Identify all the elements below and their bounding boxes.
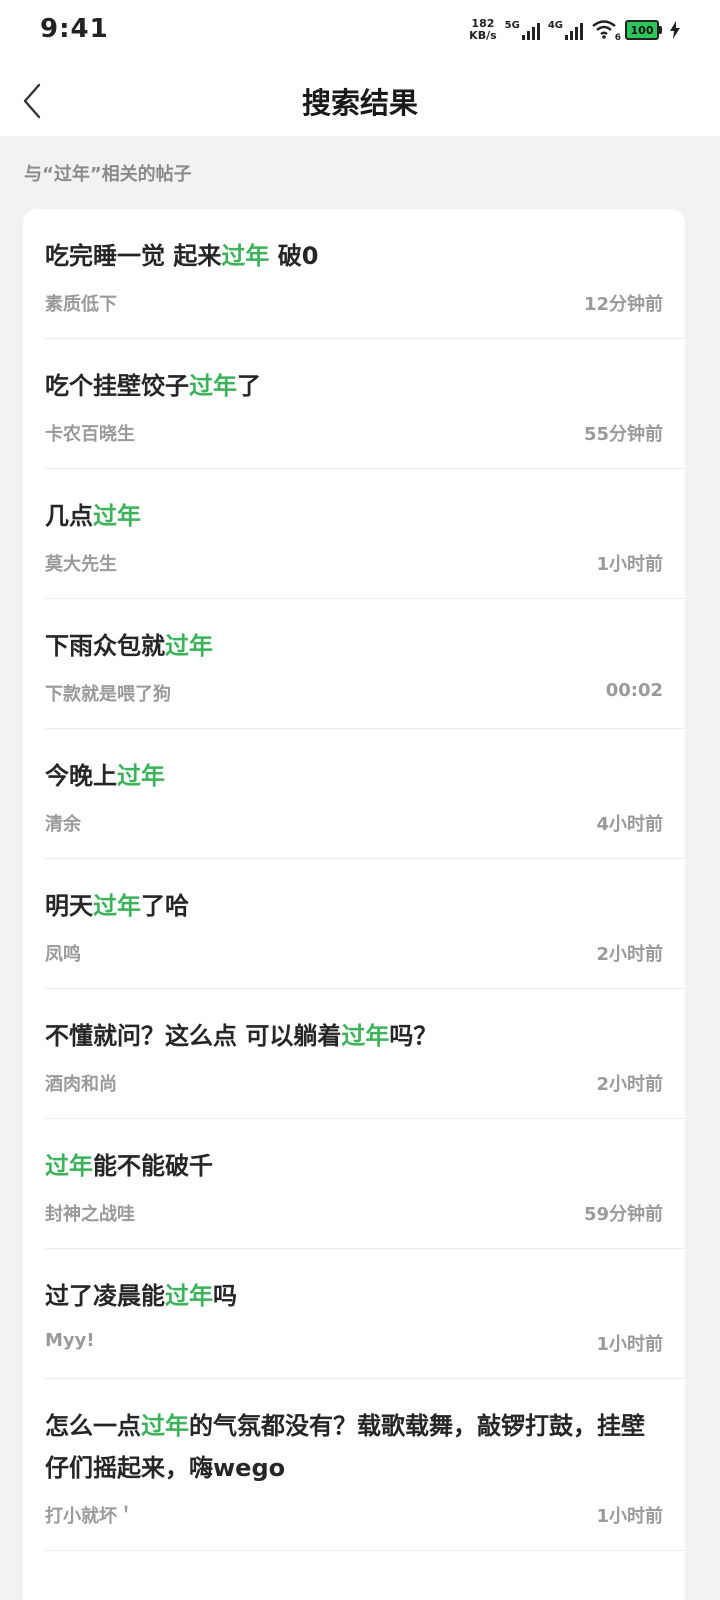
post-author: 酒肉和尚 bbox=[45, 1074, 117, 1095]
post-author: 清余 bbox=[45, 814, 81, 835]
post-meta: 莫大先生 1小时前 bbox=[45, 550, 663, 576]
network-speed: 182 KB/s bbox=[469, 18, 496, 42]
post-author: 凤鸣 bbox=[45, 944, 81, 965]
highlighted-keyword: 过年 bbox=[341, 1022, 390, 1050]
post-meta: Myy! 1小时前 bbox=[45, 1330, 663, 1356]
post-title-text: 了 bbox=[237, 372, 261, 400]
post-title: 明天过年了哈 bbox=[45, 885, 645, 927]
post-author: 打小就坏＇ bbox=[45, 1506, 135, 1527]
charging-icon bbox=[670, 21, 680, 39]
post-time: 1小时前 bbox=[596, 1334, 663, 1355]
highlighted-keyword: 过年 bbox=[93, 502, 141, 530]
post-title-text: 明天 bbox=[45, 892, 93, 920]
post-title: 吃完睡一觉 起来过年 破0 bbox=[45, 235, 645, 277]
post-author: Myy! bbox=[45, 1330, 95, 1351]
highlighted-keyword: 过年 bbox=[165, 632, 213, 660]
highlighted-keyword: 过年 bbox=[93, 892, 141, 920]
post-author: 下款就是喂了狗 bbox=[45, 684, 171, 705]
post-meta: 清余 4小时前 bbox=[45, 810, 663, 836]
post-meta: 打小就坏＇ 1小时前 bbox=[45, 1502, 663, 1528]
post-item[interactable]: 过了凌晨能过年吗 Myy! 1小时前 bbox=[45, 1249, 685, 1379]
post-item[interactable]: 过年能不能破千封神之战哇 59分钟前 bbox=[45, 1119, 685, 1249]
post-meta: 封神之战哇 59分钟前 bbox=[45, 1200, 663, 1226]
signal-5g-label: 5G bbox=[504, 20, 520, 31]
post-item[interactable]: 怎么一点过年的气氛都没有？载歌载舞，敲锣打鼓，挂壁仔们摇起来，嗨wego 打小就坏… bbox=[45, 1379, 685, 1551]
post-title-text: 过了凌晨能 bbox=[45, 1282, 165, 1310]
post-title-text: 吗 bbox=[213, 1282, 237, 1310]
post-meta: 素质低下 12分钟前 bbox=[45, 290, 663, 316]
battery-icon: 100 bbox=[625, 20, 662, 40]
post-title: 过年能不能破千 bbox=[45, 1145, 645, 1187]
post-title-text: 怎么一点 bbox=[45, 1412, 141, 1440]
post-time: 59分钟前 bbox=[583, 1204, 663, 1225]
post-title: 吃个挂壁饺子过年了 bbox=[45, 365, 645, 407]
post-meta: 下款就是喂了狗 00:02 bbox=[45, 680, 663, 706]
network-speed-unit: KB/s bbox=[469, 29, 497, 42]
post-item[interactable]: 下雨众包就过年下款就是喂了狗 00:02 bbox=[45, 599, 685, 729]
signal-4g-label: 4G bbox=[547, 20, 563, 31]
post-title-text: 了哈 bbox=[141, 892, 189, 920]
page-title: 搜索结果 bbox=[301, 86, 418, 120]
post-title-text: 几点 bbox=[45, 502, 93, 530]
post-author: 卡农百晓生 bbox=[45, 424, 135, 445]
post-time: 2小时前 bbox=[596, 944, 663, 965]
post-time: 55分钟前 bbox=[583, 424, 663, 445]
results-list: 吃完睡一觉 起来过年 破0 素质低下 12分钟前 吃个挂壁饺子过年了 卡农百晓生 55分钟… bbox=[23, 209, 685, 1600]
post-title-text: 今晚上 bbox=[45, 762, 117, 790]
status-time: 9:41 bbox=[40, 14, 109, 44]
post-time: 4小时前 bbox=[596, 814, 663, 835]
post-time: 2小时前 bbox=[596, 1074, 663, 1095]
highlighted-keyword: 过年 bbox=[45, 1152, 93, 1180]
post-item[interactable]: 不懂就问？这么点 可以躺着过年吗？ 酒肉和尚 2小时前 bbox=[45, 989, 685, 1119]
post-time: 1小时前 bbox=[596, 1506, 663, 1527]
post-item[interactable]: 几点过年莫大先生 1小时前 bbox=[45, 469, 685, 599]
post-title-text: 下雨众包就 bbox=[45, 632, 165, 660]
status-icons: 182 KB/s 5G 4G 6 100 bbox=[469, 18, 680, 43]
highlighted-keyword: 过年 bbox=[221, 242, 270, 270]
post-time: 00:02 bbox=[605, 680, 663, 701]
signal-icon: 5G bbox=[505, 20, 540, 40]
post-author: 素质低下 bbox=[45, 294, 117, 315]
post-time: 1小时前 bbox=[596, 554, 663, 575]
post-title: 怎么一点过年的气氛都没有？载歌载舞，敲锣打鼓，挂壁仔们摇起来，嗨wego bbox=[45, 1405, 645, 1489]
highlighted-keyword: 过年 bbox=[165, 1282, 213, 1310]
battery-level: 100 bbox=[630, 23, 654, 37]
post-title-text: 能不能破千 bbox=[93, 1152, 213, 1180]
wifi-sub-label: 6 bbox=[614, 33, 621, 43]
post-author: 封神之战哇 bbox=[45, 1204, 135, 1225]
post-meta: 凤鸣 2小时前 bbox=[45, 940, 663, 966]
status-bar: 9:41 182 KB/s 5G 4G 6 100 bbox=[0, 0, 720, 66]
post-title-text: 吃个挂壁饺子 bbox=[45, 372, 189, 400]
post-author: 莫大先生 bbox=[45, 554, 117, 575]
post-title: 不懂就问？这么点 可以躺着过年吗？ bbox=[45, 1015, 645, 1057]
post-title-text: 破0 bbox=[269, 242, 319, 270]
post-title: 下雨众包就过年 bbox=[45, 625, 645, 667]
post-meta: 卡农百晓生 55分钟前 bbox=[45, 420, 663, 446]
wifi-icon: 6 bbox=[591, 19, 621, 43]
nav-bar: 搜索结果 bbox=[0, 66, 720, 136]
post-meta: 酒肉和尚 2小时前 bbox=[45, 1070, 663, 1096]
section-label: 与“过年”相关的帖子 bbox=[24, 164, 192, 185]
post-item[interactable]: 吃个挂壁饺子过年了卡农百晓生 55分钟前 bbox=[45, 339, 685, 469]
highlighted-keyword: 过年 bbox=[117, 762, 165, 790]
post-item[interactable]: 明天过年了哈凤鸣 2小时前 bbox=[45, 859, 685, 989]
post-title: 过了凌晨能过年吗 bbox=[45, 1275, 645, 1317]
post-title-text: 吗？ bbox=[389, 1022, 438, 1050]
highlighted-keyword: 过年 bbox=[141, 1412, 189, 1440]
signal-icon: 4G bbox=[548, 20, 583, 40]
post-item[interactable]: 吃完睡一觉 起来过年 破0 素质低下 12分钟前 bbox=[45, 209, 685, 339]
post-title-text: 不懂就问？这么点 可以躺着 bbox=[45, 1022, 342, 1050]
post-title: 今晚上过年 bbox=[45, 755, 645, 797]
highlighted-keyword: 过年 bbox=[189, 372, 237, 400]
post-time: 12分钟前 bbox=[583, 294, 663, 315]
post-title: 几点过年 bbox=[45, 495, 645, 537]
post-title-text: 吃完睡一觉 起来 bbox=[45, 242, 222, 270]
post-item[interactable]: 今晚上过年清余 4小时前 bbox=[45, 729, 685, 859]
